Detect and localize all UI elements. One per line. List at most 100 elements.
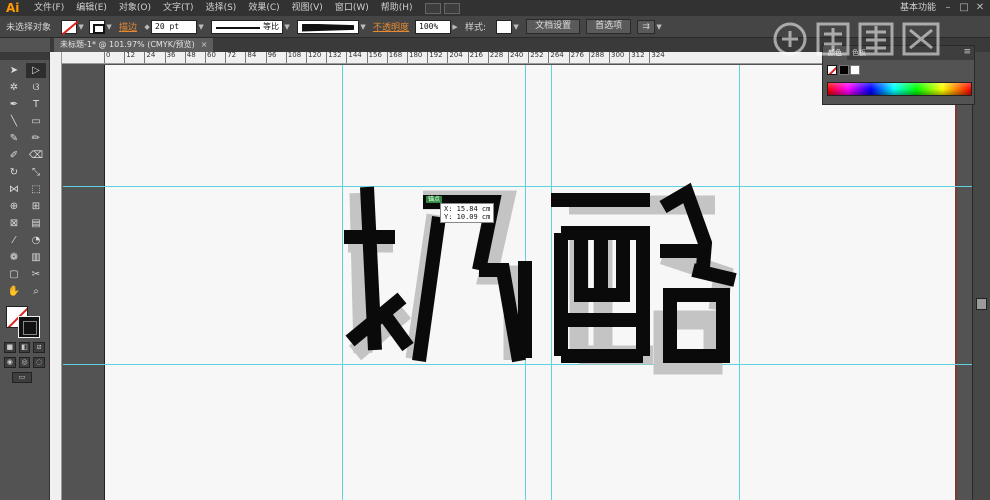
- close-icon[interactable]: ✕: [974, 2, 986, 13]
- line-tool-icon[interactable]: ╲: [4, 114, 24, 129]
- stroke-weight-field[interactable]: 20 pt: [151, 19, 198, 34]
- gradient-tool-icon[interactable]: ▤: [26, 216, 46, 231]
- menu-effect[interactable]: 效果(C): [242, 0, 285, 16]
- graphic-style-swatch[interactable]: [496, 19, 513, 34]
- tools-panel: ➤ ▷ ✲ ଓ ✒ T ╲ ▭ ✎ ✏ ✐ ⌫ ↻ ⤡ ⋈ ⬚ ⊕ ⊞ ⊠ ▤ …: [0, 52, 50, 500]
- column-graph-tool-icon[interactable]: ▥: [26, 250, 46, 265]
- tooltip-x: X: 15.84 cm: [444, 205, 491, 213]
- ruler-label: 24: [146, 52, 156, 59]
- vertical-ruler[interactable]: [50, 52, 62, 500]
- rotate-tool-icon[interactable]: ↻: [4, 165, 24, 180]
- stroke-label-link[interactable]: 描边: [113, 20, 143, 33]
- width-tool-icon[interactable]: ⋈: [4, 182, 24, 197]
- coordinate-tooltip: X: 15.84 cm Y: 10.09 cm: [440, 203, 495, 223]
- black-swatch[interactable]: [839, 65, 849, 75]
- perspective-grid-tool-icon[interactable]: ⊞: [26, 199, 46, 214]
- document-tab-title: 未标题-1* @ 101.97% (CMYK/预览): [60, 40, 195, 49]
- menu-edit[interactable]: 编辑(E): [70, 0, 113, 16]
- chevron-down-icon[interactable]: ▼: [359, 20, 367, 34]
- rectangle-tool-icon[interactable]: ▭: [26, 114, 46, 129]
- ruler-label: 96: [267, 52, 277, 59]
- selection-tool-icon[interactable]: ➤: [4, 63, 24, 78]
- eraser-tool-icon[interactable]: ⌫: [26, 148, 46, 163]
- none-swatch[interactable]: [827, 65, 837, 75]
- color-spectrum[interactable]: [827, 82, 972, 96]
- draw-normal-icon[interactable]: ◉: [4, 357, 16, 368]
- lettering-artwork[interactable]: [63, 65, 972, 500]
- ruler-label: 204: [449, 52, 463, 59]
- shape-builder-tool-icon[interactable]: ⊕: [4, 199, 24, 214]
- pen-tool-icon[interactable]: ✒: [4, 97, 24, 112]
- stroke-swatch[interactable]: [18, 316, 40, 338]
- opacity-field[interactable]: 100%: [415, 19, 452, 34]
- menu-window[interactable]: 窗口(W): [329, 0, 375, 16]
- chevron-down-icon[interactable]: ▼: [655, 20, 663, 34]
- eyedropper-tool-icon[interactable]: ⁄: [4, 233, 24, 248]
- menu-object[interactable]: 对象(O): [113, 0, 157, 16]
- paintbrush-tool-icon[interactable]: ✎: [4, 131, 24, 146]
- ruler-label: 180: [409, 52, 423, 59]
- brush-definition[interactable]: [297, 19, 360, 34]
- menu-view[interactable]: 视图(V): [286, 0, 329, 16]
- menu-help[interactable]: 帮助(H): [375, 0, 419, 16]
- chevron-down-icon[interactable]: ▼: [105, 20, 113, 34]
- opacity-label-link[interactable]: 不透明度: [367, 20, 415, 33]
- ruler-label: 312: [631, 52, 645, 59]
- document-tab[interactable]: 未标题-1* @ 101.97% (CMYK/预览) ×: [54, 38, 214, 52]
- chevron-down-icon[interactable]: ▼: [283, 20, 291, 34]
- arrange-icon[interactable]: ⇉: [637, 19, 656, 34]
- menu-file[interactable]: 文件(F): [28, 0, 70, 16]
- stepper-icon[interactable]: ◆: [143, 20, 151, 34]
- variable-width-profile[interactable]: 等比: [211, 19, 284, 34]
- preferences-button[interactable]: 首选项: [586, 19, 632, 34]
- blob-brush-tool-icon[interactable]: ✐: [4, 148, 24, 163]
- ruler-label: 84: [247, 52, 257, 59]
- maximize-icon[interactable]: □: [958, 2, 970, 13]
- mesh-tool-icon[interactable]: ⊠: [4, 216, 24, 231]
- ruler-label: 120: [308, 52, 322, 59]
- hand-tool-icon[interactable]: ✋: [4, 284, 24, 299]
- ruler-label: 216: [469, 52, 483, 59]
- scrollbar-thumb[interactable]: [976, 298, 987, 310]
- ruler-label: 72: [227, 52, 237, 59]
- brush-shape-preview: [302, 23, 355, 32]
- direct-selection-tool-icon[interactable]: ▷: [26, 63, 46, 78]
- ruler-label: 192: [429, 52, 443, 59]
- stroke-color-swatch[interactable]: [89, 19, 106, 34]
- screen-mode-icon[interactable]: ▭: [12, 372, 32, 383]
- scale-tool-icon[interactable]: ⤡: [26, 165, 46, 180]
- ruler-label: 144: [348, 52, 362, 59]
- arrange-documents-icon[interactable]: [443, 2, 460, 14]
- canvas[interactable]: 锚点 X: 15.84 cm Y: 10.09 cm: [63, 65, 972, 500]
- chevron-down-icon[interactable]: ▼: [512, 20, 520, 34]
- ruler-label: 0: [106, 52, 111, 59]
- close-tab-icon[interactable]: ×: [201, 40, 208, 49]
- style-label: 样式:: [465, 23, 487, 33]
- artboard-tool-icon[interactable]: ▢: [4, 267, 24, 282]
- chevron-down-icon[interactable]: ▼: [197, 20, 205, 34]
- pencil-tool-icon[interactable]: ✏: [26, 131, 46, 146]
- color-mode-icon[interactable]: ■: [4, 342, 16, 353]
- type-tool-icon[interactable]: T: [26, 97, 46, 112]
- free-transform-tool-icon[interactable]: ⬚: [26, 182, 46, 197]
- tools-panel-header[interactable]: [0, 52, 49, 60]
- document-setup-button[interactable]: 文档设置: [526, 19, 581, 34]
- blend-tool-icon[interactable]: ◔: [26, 233, 46, 248]
- vertical-scrollbar[interactable]: [972, 52, 990, 500]
- menu-select[interactable]: 选择(S): [200, 0, 243, 16]
- chevron-down-icon[interactable]: ▶: [451, 20, 459, 34]
- draw-inside-icon[interactable]: ◌: [33, 357, 46, 368]
- menu-type[interactable]: 文字(T): [157, 0, 200, 16]
- bridge-icon[interactable]: [424, 2, 441, 14]
- gradient-mode-icon[interactable]: ◧: [18, 342, 31, 353]
- slice-tool-icon[interactable]: ✂: [26, 267, 46, 282]
- fill-color-swatch[interactable]: [61, 19, 78, 34]
- none-mode-icon[interactable]: ⧄: [33, 342, 46, 353]
- symbol-sprayer-tool-icon[interactable]: ❁: [4, 250, 24, 265]
- zoom-tool-icon[interactable]: ⌕: [26, 284, 46, 299]
- minimize-icon[interactable]: –: [942, 2, 954, 13]
- white-swatch[interactable]: [850, 65, 860, 75]
- magic-wand-tool-icon[interactable]: ✲: [4, 80, 24, 95]
- lasso-tool-icon[interactable]: ଓ: [26, 80, 46, 95]
- draw-behind-icon[interactable]: ◎: [18, 357, 31, 368]
